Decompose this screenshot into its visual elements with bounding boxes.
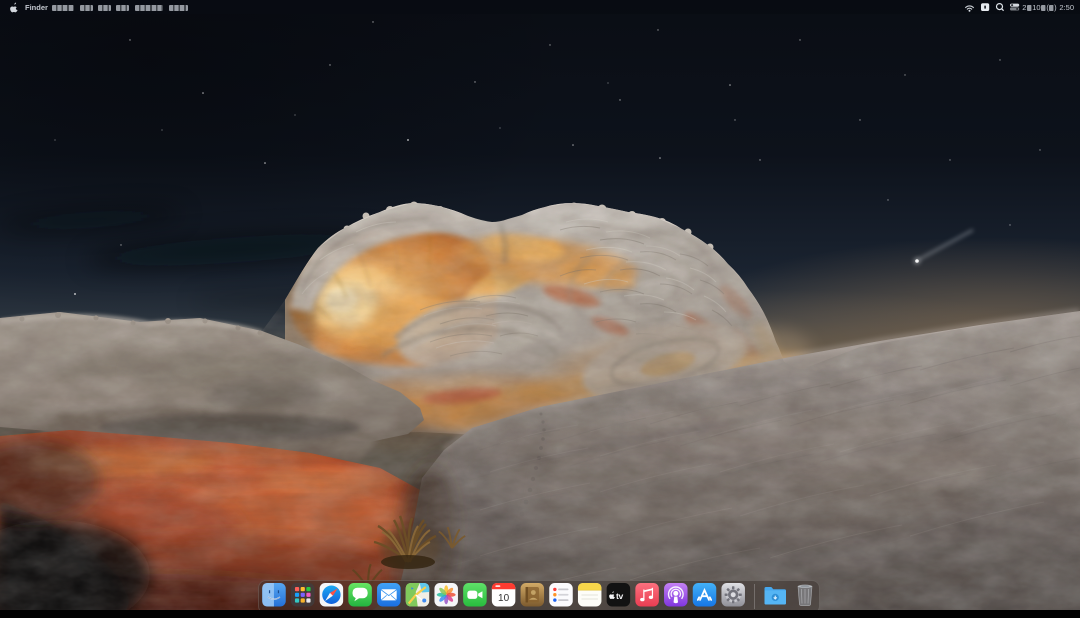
svg-text:tv: tv [616, 591, 624, 601]
svg-text:10: 10 [498, 593, 510, 604]
